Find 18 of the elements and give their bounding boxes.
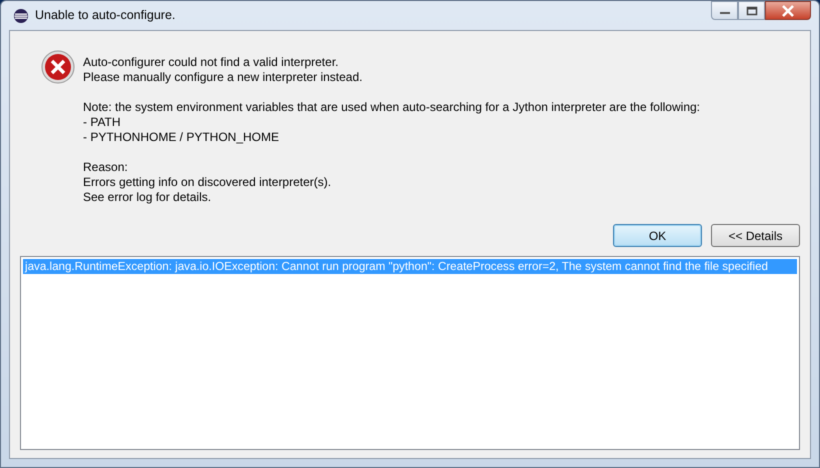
close-icon [781, 4, 795, 16]
message-text: Errors getting info on discovered interpreter(s). [83, 175, 332, 190]
message-text: Auto-configurer could not find a valid interpreter. [83, 55, 340, 70]
error-icon [41, 50, 75, 84]
message-text: Please manually configure a new interpreter instead. [83, 70, 364, 85]
ok-button[interactable]: OK [613, 224, 702, 247]
maximize-button[interactable] [738, 1, 765, 20]
message-text: - PYTHONHOME / PYTHON_HOME [83, 130, 280, 145]
message-text: See error log for details. [83, 190, 212, 205]
message-text: - PATH [83, 115, 122, 130]
minimize-button[interactable] [711, 1, 738, 20]
app-icon [13, 8, 29, 24]
maximize-icon [746, 6, 758, 16]
details-button[interactable]: << Details [711, 224, 800, 247]
window-title: Unable to auto-configure. [35, 7, 176, 24]
message-text: Note: the system environment variables that are used when auto-searching for a Jython interpreter are the following: [83, 100, 700, 115]
close-button[interactable] [765, 1, 811, 20]
message-text: Reason: [83, 160, 129, 175]
